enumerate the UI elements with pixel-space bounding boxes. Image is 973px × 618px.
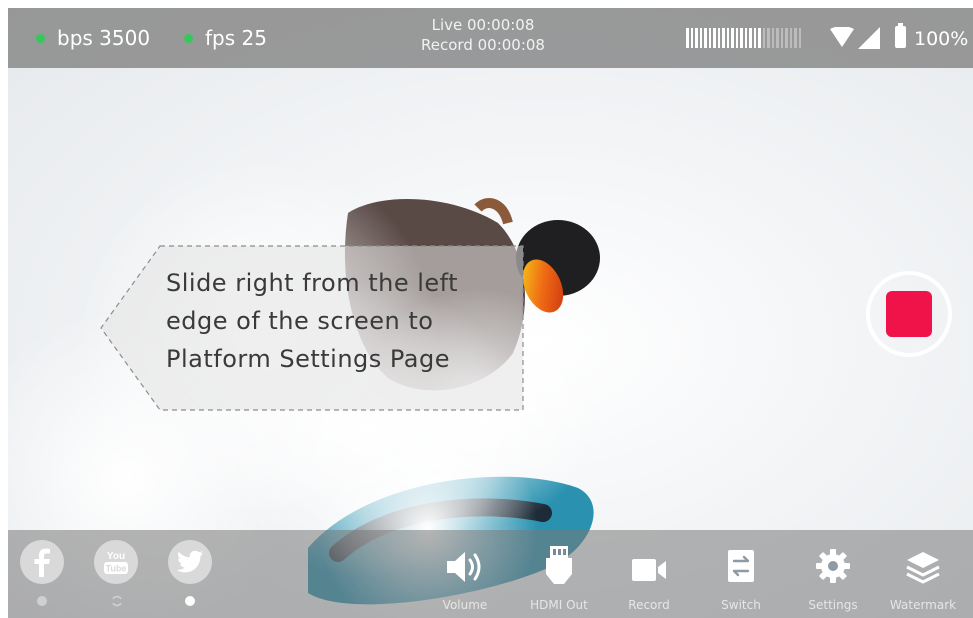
- hdmi-icon: [546, 546, 572, 584]
- hdmi-out-button[interactable]: HDMI Out: [522, 544, 596, 612]
- live-camera-screen: bps 3500 fps 25 Live 00:00:08 Record 00:…: [8, 8, 973, 618]
- status-bar: bps 3500 fps 25 Live 00:00:08 Record 00:…: [8, 8, 973, 68]
- gear-icon: [816, 549, 850, 583]
- volume-label: Volume: [442, 598, 488, 612]
- settings-button[interactable]: Settings: [796, 544, 870, 612]
- framerate-status: fps 25: [184, 26, 267, 50]
- settings-label: Settings: [808, 598, 858, 612]
- framerate-indicator-dot: [184, 33, 193, 43]
- facebook-platform-button[interactable]: [20, 540, 64, 584]
- twitter-platform-button[interactable]: [168, 540, 212, 584]
- audio-level-meter: [686, 28, 801, 48]
- volume-icon: [447, 552, 481, 582]
- tooltip-line: Platform Settings Page: [166, 345, 451, 373]
- video-camera-icon: [632, 559, 666, 581]
- twitter-icon: [176, 550, 203, 573]
- record-toggle-button[interactable]: Record: [612, 544, 686, 612]
- youtube-platform-button[interactable]: You Tube: [94, 540, 138, 584]
- record-timer: Record 00:00:08: [421, 36, 545, 54]
- hdmi-out-label: HDMI Out: [530, 598, 588, 612]
- twitter-status-dot: [185, 596, 195, 606]
- battery-percent: 100%: [914, 28, 969, 50]
- live-timer: Live 00:00:08: [431, 16, 535, 34]
- framerate-label: fps 25: [205, 26, 267, 50]
- stop-record-icon: [886, 291, 932, 337]
- svg-text:Tube: Tube: [106, 564, 127, 574]
- switch-button[interactable]: Switch: [704, 544, 778, 612]
- record-stop-button[interactable]: [866, 271, 952, 357]
- cellular-signal-icon: [858, 27, 880, 49]
- timers: Live 00:00:08 Record 00:00:08: [388, 15, 578, 55]
- youtube-icon: You Tube: [104, 551, 128, 574]
- wifi-icon: [830, 27, 854, 47]
- swipe-hint-tooltip: Slide right from the left edge of the sc…: [100, 245, 524, 411]
- bottom-toolbar: You Tube Volume HDMI Out Record Switch S…: [8, 530, 973, 618]
- bitrate-label: bps 3500: [57, 26, 151, 50]
- facebook-icon: [34, 548, 50, 577]
- svg-text:You: You: [107, 551, 125, 562]
- tooltip-line: Slide right from the left: [166, 269, 459, 297]
- watermark-label: Watermark: [889, 598, 957, 612]
- bitrate-status: bps 3500: [36, 26, 150, 50]
- bitrate-indicator-dot: [36, 33, 45, 43]
- volume-button[interactable]: Volume: [428, 544, 502, 612]
- switch-icon: [728, 550, 754, 582]
- layers-icon: [906, 552, 940, 584]
- tooltip-text: Slide right from the left edge of the sc…: [166, 264, 516, 378]
- battery-icon: [895, 23, 906, 48]
- record-label: Record: [628, 598, 670, 612]
- facebook-status-dot: [37, 596, 47, 606]
- tooltip-line: edge of the screen to: [166, 307, 434, 335]
- youtube-connecting-icon: [112, 595, 122, 607]
- watermark-button[interactable]: Watermark: [886, 544, 960, 612]
- switch-label: Switch: [721, 598, 761, 612]
